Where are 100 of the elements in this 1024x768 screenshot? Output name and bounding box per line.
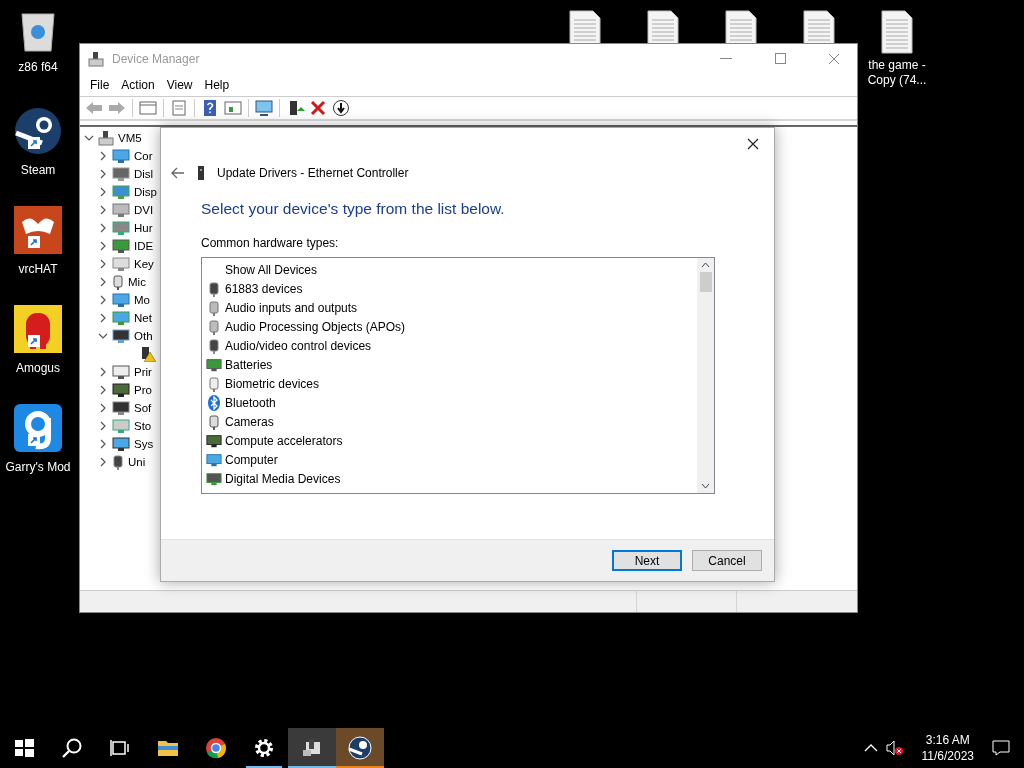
desktop-icon-label[interactable]: Amogus (16, 361, 60, 376)
expand-chevron-icon[interactable] (98, 277, 108, 287)
expand-chevron-icon[interactable] (98, 241, 108, 251)
collapse-chevron-icon[interactable] (98, 331, 108, 341)
notification-icon[interactable] (992, 739, 1010, 757)
tree-item[interactable]: DVI (134, 204, 154, 216)
monitor-icon (112, 148, 130, 164)
list-item[interactable]: Biometric devices (225, 376, 320, 391)
expand-chevron-icon[interactable] (98, 439, 108, 449)
tree-item[interactable]: Oth (134, 330, 153, 342)
list-item[interactable]: Audio Processing Objects (APOs) (225, 319, 406, 334)
list-item[interactable]: Audio inputs and outputs (225, 300, 358, 315)
desktop-icon-label[interactable]: Steam (20, 163, 56, 178)
delete-icon[interactable] (308, 99, 328, 117)
list-item[interactable]: Audio/video control devices (225, 338, 372, 353)
pane-icon[interactable] (138, 99, 158, 117)
tree-item[interactable]: Key (134, 258, 154, 270)
scrollbar-thumb[interactable] (699, 272, 712, 292)
list-item[interactable]: Computer (225, 452, 278, 467)
expand-chevron-icon[interactable] (98, 385, 108, 395)
usb-plug-icon (112, 454, 124, 470)
shortcut-arrow-icon (28, 137, 40, 149)
tree-item[interactable]: Pro (134, 384, 152, 396)
steam-logo-icon (14, 107, 62, 155)
expand-chevron-icon[interactable] (98, 259, 108, 269)
tree-item[interactable]: Disl (134, 168, 154, 180)
tree-item[interactable]: Sys (134, 438, 154, 450)
expand-chevron-icon[interactable] (98, 457, 108, 467)
dialog-title: Update Drivers - Ethernet Controller (217, 166, 409, 180)
expand-chevron-icon[interactable] (98, 295, 108, 305)
tree-item[interactable]: Uni (128, 456, 146, 468)
expand-chevron-icon[interactable] (98, 313, 108, 323)
clock-date[interactable]: 11/6/2023 (921, 748, 974, 764)
tree-item[interactable]: Cor (134, 150, 153, 162)
desktop-icon-label[interactable]: the game - Copy (74... (862, 58, 932, 88)
document-icon (880, 10, 914, 54)
tree-item[interactable]: Mic (128, 276, 146, 288)
search-icon[interactable] (60, 736, 84, 760)
tree-item[interactable]: Net (134, 312, 152, 324)
tree-item[interactable]: Hur (134, 222, 153, 234)
device-icon (112, 400, 130, 416)
expand-chevron-icon[interactable] (98, 403, 108, 413)
list-item[interactable]: 61883 devices (225, 281, 303, 296)
cancel-button[interactable]: Cancel (692, 550, 762, 571)
monitor-icon (206, 451, 222, 468)
windows-logo-icon[interactable] (12, 736, 36, 760)
next-button[interactable]: Next (612, 550, 682, 571)
maximize-icon (774, 53, 786, 64)
scrollbar[interactable] (697, 258, 714, 493)
expand-chevron-icon[interactable] (98, 151, 108, 161)
monitor-icon (112, 292, 130, 308)
warning-device-icon (140, 346, 156, 362)
list-item[interactable]: Show All Devices (225, 262, 318, 277)
device-manager-icon (88, 50, 104, 67)
tree-item[interactable]: Prir (134, 366, 152, 378)
back-arrow-icon[interactable] (171, 167, 185, 179)
tree-item[interactable]: Mo (134, 294, 150, 306)
dialog-heading: Select your device's type from the list below. (201, 200, 506, 218)
expand-chevron-icon[interactable] (98, 169, 108, 179)
game-icon (14, 404, 62, 452)
settings-icon[interactable] (252, 736, 276, 760)
clock-time[interactable]: 3:16 AM (925, 732, 970, 748)
chevron-up-icon[interactable] (863, 743, 878, 753)
close-icon (747, 138, 759, 150)
desktop-icon-label[interactable]: vrcHAT (18, 262, 58, 277)
expand-chevron-icon[interactable] (98, 223, 108, 233)
expand-chevron-icon[interactable] (98, 187, 108, 197)
menu-item[interactable]: Help (198, 77, 236, 92)
menu-item[interactable]: View (160, 77, 199, 92)
list-item[interactable]: Batteries (225, 357, 273, 372)
list-item[interactable]: Digital Media Devices (225, 471, 341, 486)
computer-icon (112, 436, 130, 452)
desktop-icon-label[interactable]: Garry's Mod (5, 460, 71, 475)
download-icon[interactable] (331, 99, 351, 117)
device-icon (112, 220, 130, 236)
network-icon (112, 310, 130, 326)
desktop-icon-label[interactable]: z86 f64 (18, 60, 58, 75)
menu-item[interactable]: File (84, 77, 116, 92)
expand-chevron-icon[interactable] (98, 205, 108, 215)
browser-icon[interactable] (204, 736, 228, 760)
list-label: Common hardware types: (201, 236, 340, 250)
computer-icon (98, 130, 114, 146)
bluetooth-icon (207, 394, 221, 411)
list-item[interactable]: Compute accelerators (225, 433, 343, 448)
list-item[interactable]: Bluetooth (225, 395, 276, 410)
tree-item[interactable]: Disp (134, 186, 157, 198)
monitor-icon[interactable] (254, 99, 274, 117)
menu-item[interactable]: Action (115, 77, 161, 92)
expand-chevron-icon[interactable] (98, 421, 108, 431)
tree-item[interactable]: IDE (134, 240, 154, 252)
steam-logo-icon[interactable] (348, 736, 372, 760)
view-icon[interactable] (223, 99, 243, 117)
device-icon (112, 328, 130, 344)
shortcut-arrow-icon (28, 335, 40, 347)
tree-item[interactable]: Sto (134, 420, 152, 432)
list-item[interactable]: Cameras (225, 414, 274, 429)
expand-chevron-icon[interactable] (98, 367, 108, 377)
collapse-chevron-icon[interactable] (84, 133, 94, 143)
tree-item[interactable]: Sof (134, 402, 152, 414)
tree-item[interactable]: VM5 (118, 132, 142, 144)
